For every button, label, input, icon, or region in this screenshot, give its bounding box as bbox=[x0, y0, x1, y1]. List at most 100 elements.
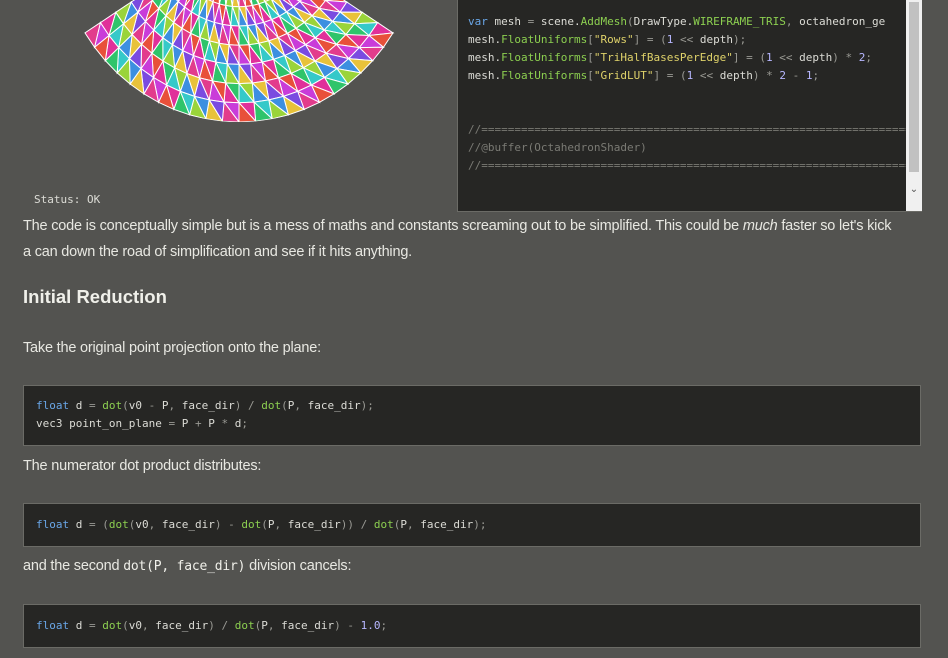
code-token: 2 bbox=[779, 69, 786, 82]
scrollbar-thumb[interactable] bbox=[909, 2, 919, 172]
code-token: face_dir bbox=[148, 619, 209, 632]
code-token: depth bbox=[713, 69, 753, 82]
code-editor-scrollbar[interactable]: ⌄ bbox=[906, 0, 922, 211]
status-line: Status: OK bbox=[34, 193, 100, 206]
code-token: [ bbox=[587, 51, 594, 64]
code-token: face_dir bbox=[300, 399, 361, 412]
code-token: FloatUniforms bbox=[501, 33, 588, 46]
code-token: FloatUniforms bbox=[501, 69, 588, 82]
code-editor-lines: var mesh = scene.AddMesh(DrawType.WIREFR… bbox=[468, 13, 922, 175]
code-token: ); bbox=[732, 33, 747, 46]
code-token: vec3 point_on_plane bbox=[36, 417, 169, 430]
code-token: ; bbox=[241, 417, 248, 430]
paragraph-intro: The code is conceptually simple but is a… bbox=[23, 213, 891, 265]
code-block-line: float d = dot(v0 - P, face_dir) / dot(P,… bbox=[36, 397, 908, 415]
code-token: float bbox=[36, 518, 70, 531]
section-heading: Initial Reduction bbox=[23, 286, 167, 307]
code-token: = bbox=[746, 51, 753, 64]
code-token: face_dir bbox=[281, 518, 341, 531]
code-token: dot bbox=[102, 619, 123, 632]
code-token: //======================================… bbox=[468, 159, 922, 172]
code-token: << bbox=[699, 69, 714, 82]
code-token: ( bbox=[122, 399, 129, 412]
editor-line: mesh.FloatUniforms["Rows"] = (1 << depth… bbox=[468, 31, 922, 49]
code-token: "TriHalfBasesPerEdge" bbox=[593, 51, 733, 64]
code-token: dot bbox=[108, 518, 129, 531]
code-token: ( bbox=[261, 518, 268, 531]
code-token: = bbox=[89, 619, 96, 632]
code-block-1[interactable]: float d = dot(v0 - P, face_dir) / dot(P,… bbox=[23, 385, 921, 446]
code-token: d bbox=[228, 417, 242, 430]
paragraph-distributes: The numerator dot product distributes: bbox=[23, 458, 262, 474]
code-token: [ bbox=[587, 33, 594, 46]
code-token: ); bbox=[360, 399, 374, 412]
code-token: WIREFRAME_TRIS bbox=[693, 15, 786, 28]
code-block-line: float d = dot(v0, face_dir) / dot(P, fac… bbox=[36, 617, 908, 635]
code-token: = bbox=[89, 399, 96, 412]
code-token: depth bbox=[693, 33, 733, 46]
code-token: - bbox=[228, 518, 235, 531]
code-token: AddMesh bbox=[580, 15, 627, 28]
editor-line: mesh.FloatUniforms["TriHalfBasesPerEdge"… bbox=[468, 49, 922, 67]
scroll-down-arrow-icon[interactable]: ⌄ bbox=[906, 184, 922, 195]
code-token: FloatUniforms bbox=[501, 51, 588, 64]
code-token: ; bbox=[812, 69, 820, 82]
code-token: ( bbox=[626, 15, 634, 28]
code-token: + bbox=[194, 417, 202, 430]
editor-line: //======================================… bbox=[468, 157, 922, 175]
code-token: depth bbox=[792, 51, 833, 64]
code-token: //@buffer(OctahedronShader) bbox=[468, 141, 647, 154]
code-token: 1.0 bbox=[360, 619, 381, 632]
code-token: DrawType. bbox=[633, 15, 694, 28]
code-token: mesh bbox=[487, 15, 528, 28]
code-token: ; bbox=[380, 619, 388, 632]
editor-line: mesh.FloatUniforms["GridLUT"] = (1 << de… bbox=[468, 67, 922, 85]
code-token: / bbox=[247, 399, 255, 412]
code-block-line: vec3 point_on_plane = P + P * d; bbox=[36, 415, 908, 433]
sphere-triangles bbox=[84, 0, 395, 122]
code-token: octahedron_ge bbox=[792, 15, 886, 28]
wireframe-sphere-render[interactable] bbox=[82, 0, 396, 124]
code-token: d bbox=[69, 619, 89, 632]
code-token: , bbox=[142, 619, 149, 632]
code-block-line: float d = (dot(v0, face_dir) - dot(P, fa… bbox=[36, 516, 908, 534]
code-editor[interactable]: var mesh = scene.AddMesh(DrawType.WIREFR… bbox=[457, 0, 922, 212]
code-token: face_dir bbox=[413, 518, 474, 531]
code-token: v0 bbox=[128, 619, 142, 632]
code-token: << bbox=[679, 33, 694, 46]
editor-line: //@buffer(OctahedronShader) bbox=[468, 139, 922, 157]
code-block-2[interactable]: float d = (dot(v0, face_dir) - dot(P, fa… bbox=[23, 503, 921, 547]
code-token: scene. bbox=[534, 15, 581, 28]
code-token: << bbox=[779, 51, 793, 64]
code-token: dot bbox=[234, 619, 255, 632]
code-token: 1 bbox=[766, 51, 773, 64]
code-token: P bbox=[201, 417, 222, 430]
code-token: , bbox=[294, 399, 301, 412]
code-token: face_dir bbox=[155, 518, 215, 531]
code-token: float bbox=[36, 619, 70, 632]
code-token: dot bbox=[261, 399, 282, 412]
code-token: //======================================… bbox=[468, 123, 922, 136]
code-token: - bbox=[347, 619, 354, 632]
code-token: P bbox=[175, 417, 195, 430]
paragraph-intro-text-b: faster so let's kick bbox=[777, 218, 892, 234]
code-token: P bbox=[400, 518, 407, 531]
code-token: ) bbox=[208, 619, 215, 632]
code-token: ) bbox=[832, 51, 839, 64]
code-token: dot bbox=[373, 518, 394, 531]
sphere-facet bbox=[231, 0, 240, 8]
status-label: Status: bbox=[34, 193, 81, 206]
code-block-3[interactable]: float d = dot(v0, face_dir) / dot(P, fac… bbox=[23, 604, 921, 648]
paragraph-intro-emphasis: much bbox=[742, 218, 778, 234]
code-token: face_dir bbox=[175, 399, 235, 412]
code-token: ( bbox=[102, 518, 109, 531]
code-token: dot bbox=[102, 399, 123, 412]
